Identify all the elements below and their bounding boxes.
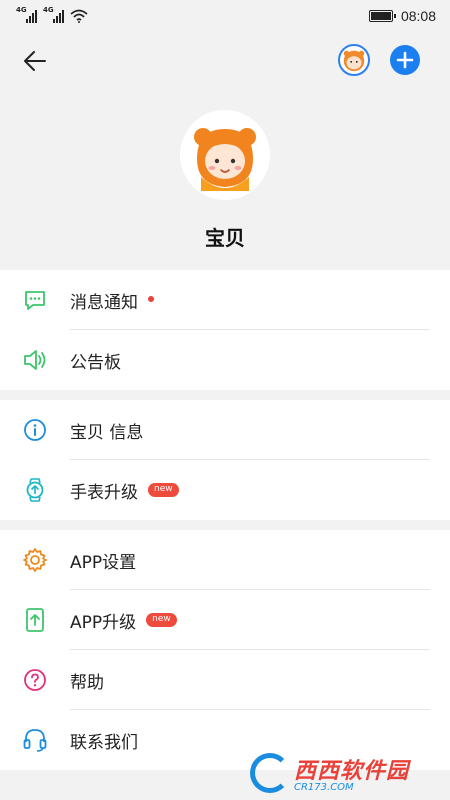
headset-icon [22, 727, 48, 753]
child-avatar-button[interactable] [338, 44, 370, 76]
notification-section: 消息通知 公告板 [0, 270, 450, 390]
menu-item-label: 手表升级 [70, 482, 138, 503]
profile-name: 宝贝 [205, 226, 245, 250]
profile-header: 宝贝 [0, 32, 450, 270]
phone-upgrade-icon [22, 607, 48, 633]
watch-icon [22, 477, 48, 503]
back-button[interactable] [20, 46, 50, 76]
menu-item-bulletin[interactable]: 公告板 [0, 330, 450, 390]
menu-item-child-info[interactable]: 宝贝 信息 [0, 400, 450, 460]
menu-item-label: 宝贝 信息 [70, 422, 144, 443]
plus-icon [396, 51, 414, 69]
watermark-domain: CR173.COM [294, 782, 354, 793]
speaker-icon [22, 347, 48, 373]
help-icon [22, 667, 48, 693]
watermark-logo: 西西软件园 CR173.COM [250, 750, 430, 796]
menu-item-notifications[interactable]: 消息通知 [0, 270, 450, 330]
status-bar: 4G 4G 08:08 [0, 0, 450, 32]
wifi-icon [70, 9, 88, 23]
gear-icon [22, 547, 48, 573]
menu-item-watch-upgrade[interactable]: 手表升级 new [0, 460, 450, 520]
menu-item-label: APP设置 [70, 552, 137, 573]
info-icon [22, 417, 48, 443]
signal-icon: 4G [43, 6, 64, 23]
network-type-label: 4G [16, 6, 27, 14]
watermark-c-icon [250, 753, 290, 793]
add-button[interactable] [390, 45, 420, 75]
menu-item-label: 联系我们 [70, 732, 138, 753]
clock: 08:08 [400, 8, 436, 24]
signal-icon: 4G [16, 6, 37, 23]
device-section: 宝贝 信息 手表升级 new [0, 400, 450, 520]
unread-dot [148, 296, 154, 302]
menu-item-label: APP升级 [70, 612, 137, 633]
watermark-text: 西西软件园 [294, 759, 410, 784]
arrow-left-icon [24, 51, 46, 71]
menu-item-app-upgrade[interactable]: APP升级 new [0, 590, 450, 650]
menu-item-label: 公告板 [70, 352, 121, 373]
network-type-label: 4G [43, 6, 54, 14]
child-cartoon-icon [194, 128, 256, 191]
message-icon [22, 287, 48, 313]
menu-item-help[interactable]: 帮助 [0, 650, 450, 710]
avatar-icon [343, 50, 365, 72]
battery-icon [368, 10, 396, 22]
new-badge: new [148, 483, 179, 497]
menu-item-label: 消息通知 [70, 292, 138, 313]
menu-item-app-settings[interactable]: APP设置 [0, 530, 450, 590]
new-badge: new [146, 613, 177, 627]
menu-item-label: 帮助 [70, 672, 104, 693]
app-section: APP设置 APP升级 new 帮助 联系我们 [0, 530, 450, 770]
profile-avatar[interactable] [180, 110, 270, 200]
